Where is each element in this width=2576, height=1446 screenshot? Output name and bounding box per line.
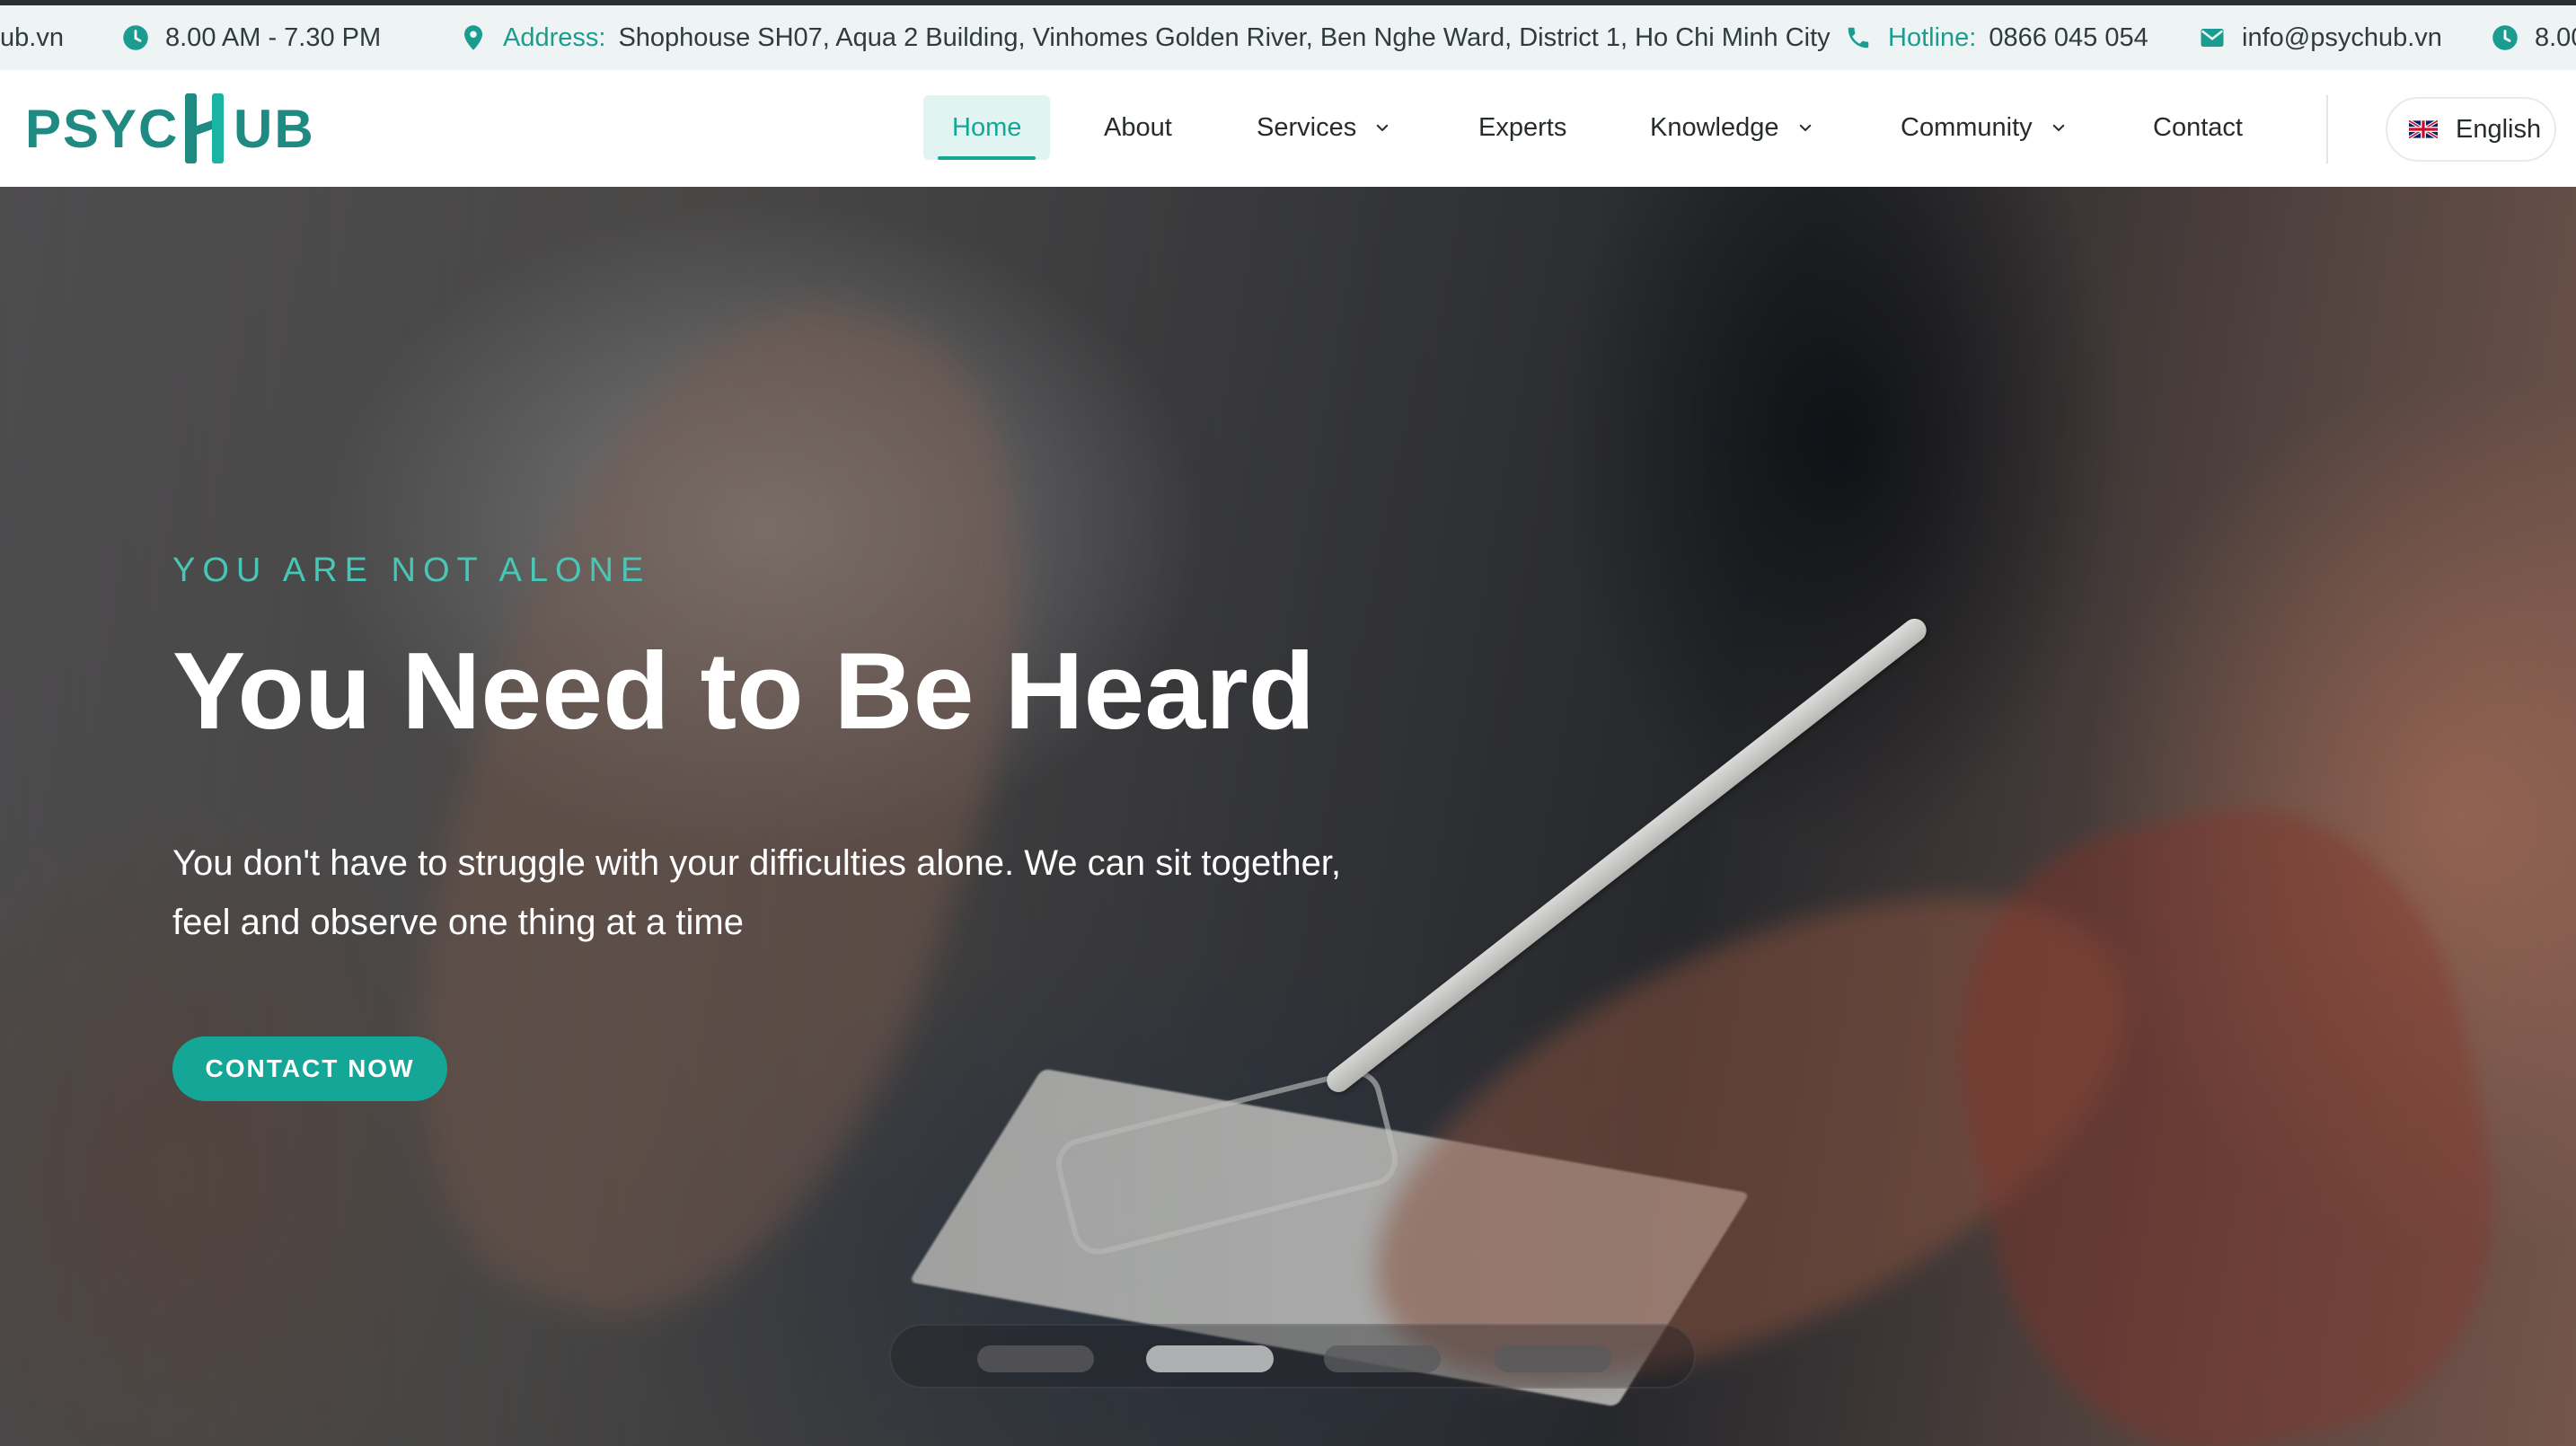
- slider-pagination: [889, 1324, 1696, 1389]
- hero-overlay: [0, 187, 2576, 1446]
- nav-knowledge[interactable]: Knowledge: [1650, 95, 1813, 160]
- chevron-down-icon: [1376, 124, 1389, 131]
- hero-subtext-line-2: feel and observe one thing at a time: [172, 903, 744, 942]
- slider-dot-3[interactable]: [1324, 1345, 1441, 1372]
- logo-h-mark-icon: [185, 93, 224, 163]
- info-email-clipped[interactable]: ub.vn: [0, 5, 64, 70]
- info-hours: 8.00 AM - 7.30 PM: [122, 5, 381, 70]
- phone-icon: [1848, 27, 1869, 48]
- nav-experts[interactable]: Experts: [1478, 95, 1566, 160]
- logo-wordmark-right: UB: [234, 99, 315, 159]
- psychub-logo[interactable]: PSYC UB: [25, 90, 313, 167]
- chevron-down-icon: [1799, 124, 1811, 131]
- nav-about[interactable]: About: [1104, 95, 1172, 160]
- info-hours-repeat-text: 8.00: [2535, 22, 2576, 52]
- nav-divider: [2326, 95, 2328, 163]
- nav-services-label: Services: [1257, 112, 1357, 142]
- info-hours-repeat: 8.00: [2492, 5, 2576, 70]
- nav-contact-label: Contact: [2153, 112, 2243, 142]
- nav-home-label: Home: [952, 112, 1022, 142]
- info-address-label: Address:: [503, 22, 606, 52]
- info-hotline-label: Hotline:: [1888, 22, 1977, 52]
- nav-contact[interactable]: Contact: [2153, 95, 2243, 160]
- info-hotline-text: 0866 045 054: [1989, 22, 2148, 52]
- hero-slider: YOU ARE NOT ALONE You Need to Be Heard Y…: [0, 187, 2576, 1446]
- nav-about-label: About: [1104, 112, 1172, 142]
- top-info-bar: ub.vn 8.00 AM - 7.30 PM Address: Shophou…: [0, 5, 2576, 70]
- main-header: PSYC UB Home About Services Experts Know…: [0, 70, 2576, 188]
- nav-community[interactable]: Community: [1901, 95, 2067, 160]
- map-pin-icon: [464, 25, 482, 50]
- nav-knowledge-label: Knowledge: [1650, 112, 1779, 142]
- uk-flag-icon: [2409, 120, 2438, 138]
- language-switcher[interactable]: English: [2386, 97, 2556, 162]
- logo-wordmark-left: PSYC: [25, 99, 180, 159]
- clock-icon: [2492, 25, 2518, 50]
- info-address-text: Shophouse SH07, Aqua 2 Building, Vinhome…: [618, 22, 1831, 52]
- info-email-clipped-text: ub.vn: [0, 22, 64, 52]
- language-label: English: [2456, 114, 2542, 144]
- info-email-text: info@psychub.vn: [2242, 22, 2442, 52]
- hero-subtext-line-1: You don't have to struggle with your dif…: [172, 843, 1342, 883]
- nav-community-label: Community: [1901, 112, 2033, 142]
- info-address: Address: Shophouse SH07, Aqua 2 Building…: [460, 5, 1831, 70]
- contact-now-button[interactable]: CONTACT NOW: [172, 1036, 447, 1101]
- slider-dot-4[interactable]: [1495, 1345, 1611, 1372]
- slider-dot-1[interactable]: [977, 1345, 1094, 1372]
- info-hotline[interactable]: Hotline: 0866 045 054: [1845, 5, 2148, 70]
- nav-home[interactable]: Home: [923, 95, 1051, 160]
- chevron-down-icon: [2052, 124, 2064, 131]
- mail-icon: [2201, 29, 2224, 47]
- clock-icon: [123, 25, 148, 50]
- hero-eyebrow: YOU ARE NOT ALONE: [172, 551, 651, 589]
- hero-headline: You Need to Be Heard: [172, 630, 1316, 752]
- nav-experts-label: Experts: [1478, 112, 1567, 142]
- slider-dot-2[interactable]: [1146, 1345, 1274, 1372]
- info-hours-text: 8.00 AM - 7.30 PM: [165, 22, 382, 52]
- nav-services[interactable]: Services: [1257, 95, 1390, 160]
- hero-subtext: You don't have to struggle with your dif…: [172, 833, 1430, 952]
- info-email[interactable]: info@psychub.vn: [2199, 5, 2442, 70]
